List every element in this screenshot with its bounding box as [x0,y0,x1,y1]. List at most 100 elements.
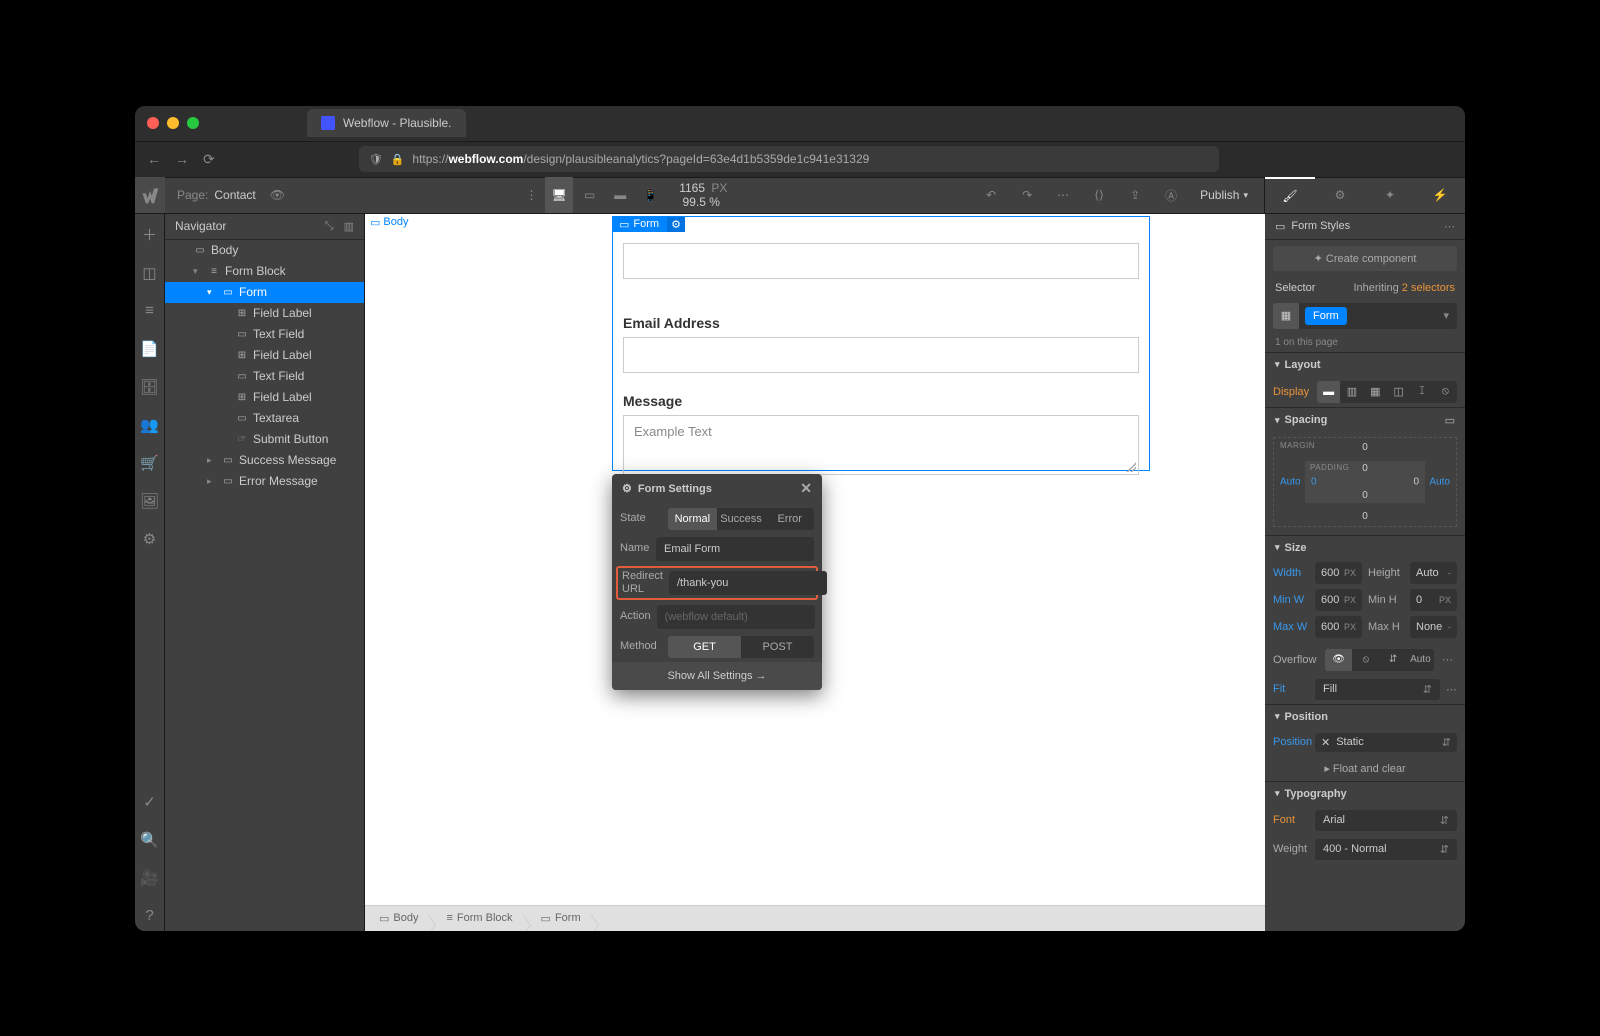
width-input[interactable]: 600PX [1315,562,1362,584]
page-info[interactable]: Page: Contact 👁 [165,188,297,202]
video-panel[interactable]: 🎥 [135,863,165,893]
style-tab[interactable]: 🖌 [1265,177,1315,213]
gear-icon[interactable]: ⚙ [667,217,685,232]
code-button[interactable]: ⟨⟩ [1082,177,1116,213]
tree-item[interactable]: ▾▭Form [165,282,364,303]
tree-item[interactable]: ☞Submit Button [165,429,364,450]
redo-button[interactable]: ↷ [1010,177,1044,213]
method-post[interactable]: POST [741,636,814,658]
selected-form-outline[interactable]: ▭ Form⚙ Email Address Message Example Te… [612,216,1150,471]
forward-button[interactable]: → [175,151,189,167]
overflow-scroll[interactable]: ⇵ [1380,649,1407,671]
float-clear[interactable]: ▸ Float and clear [1265,756,1465,781]
search-panel[interactable]: 🔍 [135,825,165,855]
back-button[interactable]: ← [147,151,161,167]
ecommerce-panel[interactable]: 🛒 [135,448,165,478]
url-field[interactable]: 🛡 🔒 https://webflow.com/design/plausible… [359,146,1219,172]
selector-tag[interactable]: Form [1305,307,1347,325]
create-component-button[interactable]: ✦ Create component [1273,246,1457,271]
tree-item[interactable]: ▭Text Field [165,324,364,345]
collapse-icon[interactable]: ⤡ [325,220,334,233]
form-name-input[interactable] [656,537,814,561]
add-panel[interactable]: ＋ [135,220,165,250]
minh-input[interactable]: 0PX [1410,589,1457,611]
display-flex[interactable]: ▥ [1340,381,1363,403]
close-icon[interactable]: ✕ [800,480,812,497]
interactions-tab[interactable]: ✦ [1365,177,1415,213]
minw-input[interactable]: 600PX [1315,589,1362,611]
layout-section[interactable]: ▾Layout [1265,353,1465,377]
weight-select[interactable]: 400 - Normal⇵ [1315,839,1457,860]
spacing-section[interactable]: ▾Spacing▭ [1265,408,1465,433]
selector-field[interactable]: ▦ Form ▾ [1273,303,1457,329]
settings-tab[interactable]: ⚙ [1315,177,1365,213]
state-success[interactable]: Success [717,508,766,530]
tree-item[interactable]: ⊞Field Label [165,345,364,366]
maxh-input[interactable]: None- [1410,616,1457,638]
mobile-device[interactable]: 📱 [637,177,666,213]
tablet-landscape[interactable]: ▬ [606,177,635,213]
show-all-settings[interactable]: Show All Settings → [612,662,822,690]
body-element-tag[interactable]: ▭ Body [370,216,408,229]
components-panel[interactable]: ◫ [135,258,165,288]
breadcrumb-body[interactable]: ▭ Body [373,912,430,925]
maximize-window[interactable] [187,117,199,129]
cms-panel[interactable]: 🗄 [135,372,165,402]
tree-item[interactable]: ▸▭Success Message [165,450,364,471]
message-textarea[interactable]: Example Text [623,415,1139,475]
size-section[interactable]: ▾Size [1265,536,1465,560]
maxw-input[interactable]: 600PX [1315,616,1362,638]
pin-icon[interactable]: ▥ [344,220,354,233]
display-inline-block[interactable]: ◫ [1387,381,1410,403]
audit-panel[interactable]: ✓ [135,787,165,817]
assets-panel[interactable]: 🖼 [135,486,165,516]
settings-panel[interactable]: ⚙ [135,524,165,554]
tree-item[interactable]: ▾≡Form Block [165,261,364,282]
email-text-field[interactable] [623,337,1139,373]
more-icon[interactable]: ⋯ [1446,683,1457,696]
method-get[interactable]: GET [668,636,741,658]
export-button[interactable]: ⇪ [1118,177,1152,213]
webflow-logo[interactable] [135,177,165,213]
browser-tab[interactable]: Webflow - Plausible. [307,109,466,137]
desktop-device[interactable]: 🖥 [545,177,574,213]
breadcrumb-form[interactable]: ▭ Form [535,912,593,925]
display-block[interactable]: ▬ [1317,381,1340,403]
comments-button[interactable]: ⋯ [1046,177,1080,213]
preview-icon[interactable]: 👁 [270,188,285,202]
height-input[interactable]: Auto- [1410,562,1457,584]
audit-button[interactable]: Ⓐ [1154,177,1188,213]
effects-tab[interactable]: ⚡ [1415,177,1465,213]
tree-item[interactable]: ⊞Field Label [165,303,364,324]
display-grid[interactable]: ▦ [1364,381,1387,403]
typography-section[interactable]: ▾Typography [1265,782,1465,806]
tablet-device[interactable]: ▭ [575,177,604,213]
more-icon[interactable]: ⋯ [1438,653,1457,666]
state-normal[interactable]: Normal [668,508,717,530]
navigator-panel[interactable]: ≡ [135,296,165,326]
display-inline[interactable]: 𝙸 [1410,381,1433,403]
reload-button[interactable]: ⟳ [203,151,215,168]
redirect-url-input[interactable] [669,571,827,595]
undo-button[interactable]: ↶ [974,177,1008,213]
inherit-link[interactable]: 2 selectors [1402,282,1455,294]
fit-select[interactable]: Fill⇵ [1315,679,1440,700]
canvas-size[interactable]: 1165 PX 99.5 % [679,181,751,209]
position-select[interactable]: ✕Static⇵ [1315,733,1457,752]
more-icon[interactable]: ⋯ [1444,220,1455,233]
overflow-hidden[interactable]: ⦸ [1352,649,1379,671]
resize-handle[interactable] [1126,462,1136,472]
name-text-field[interactable] [623,243,1139,279]
tree-item[interactable]: ▭Textarea [165,408,364,429]
users-panel[interactable]: 👥 [135,410,165,440]
spacing-editor[interactable]: MARGIN 0 Auto Auto 0 PADDING 0 0 0 0 [1273,437,1457,527]
minimize-window[interactable] [167,117,179,129]
tree-item[interactable]: ▭Text Field [165,366,364,387]
breadcrumb-formblock[interactable]: ≡ Form Block [440,912,524,924]
font-select[interactable]: Arial⇵ [1315,810,1457,831]
action-input[interactable] [657,605,815,629]
state-error[interactable]: Error [765,508,814,530]
publish-button[interactable]: Publish ▾ [1190,188,1258,202]
display-none[interactable]: ⦸ [1434,381,1457,403]
form-element-tag[interactable]: ▭ Form⚙ [613,217,685,232]
